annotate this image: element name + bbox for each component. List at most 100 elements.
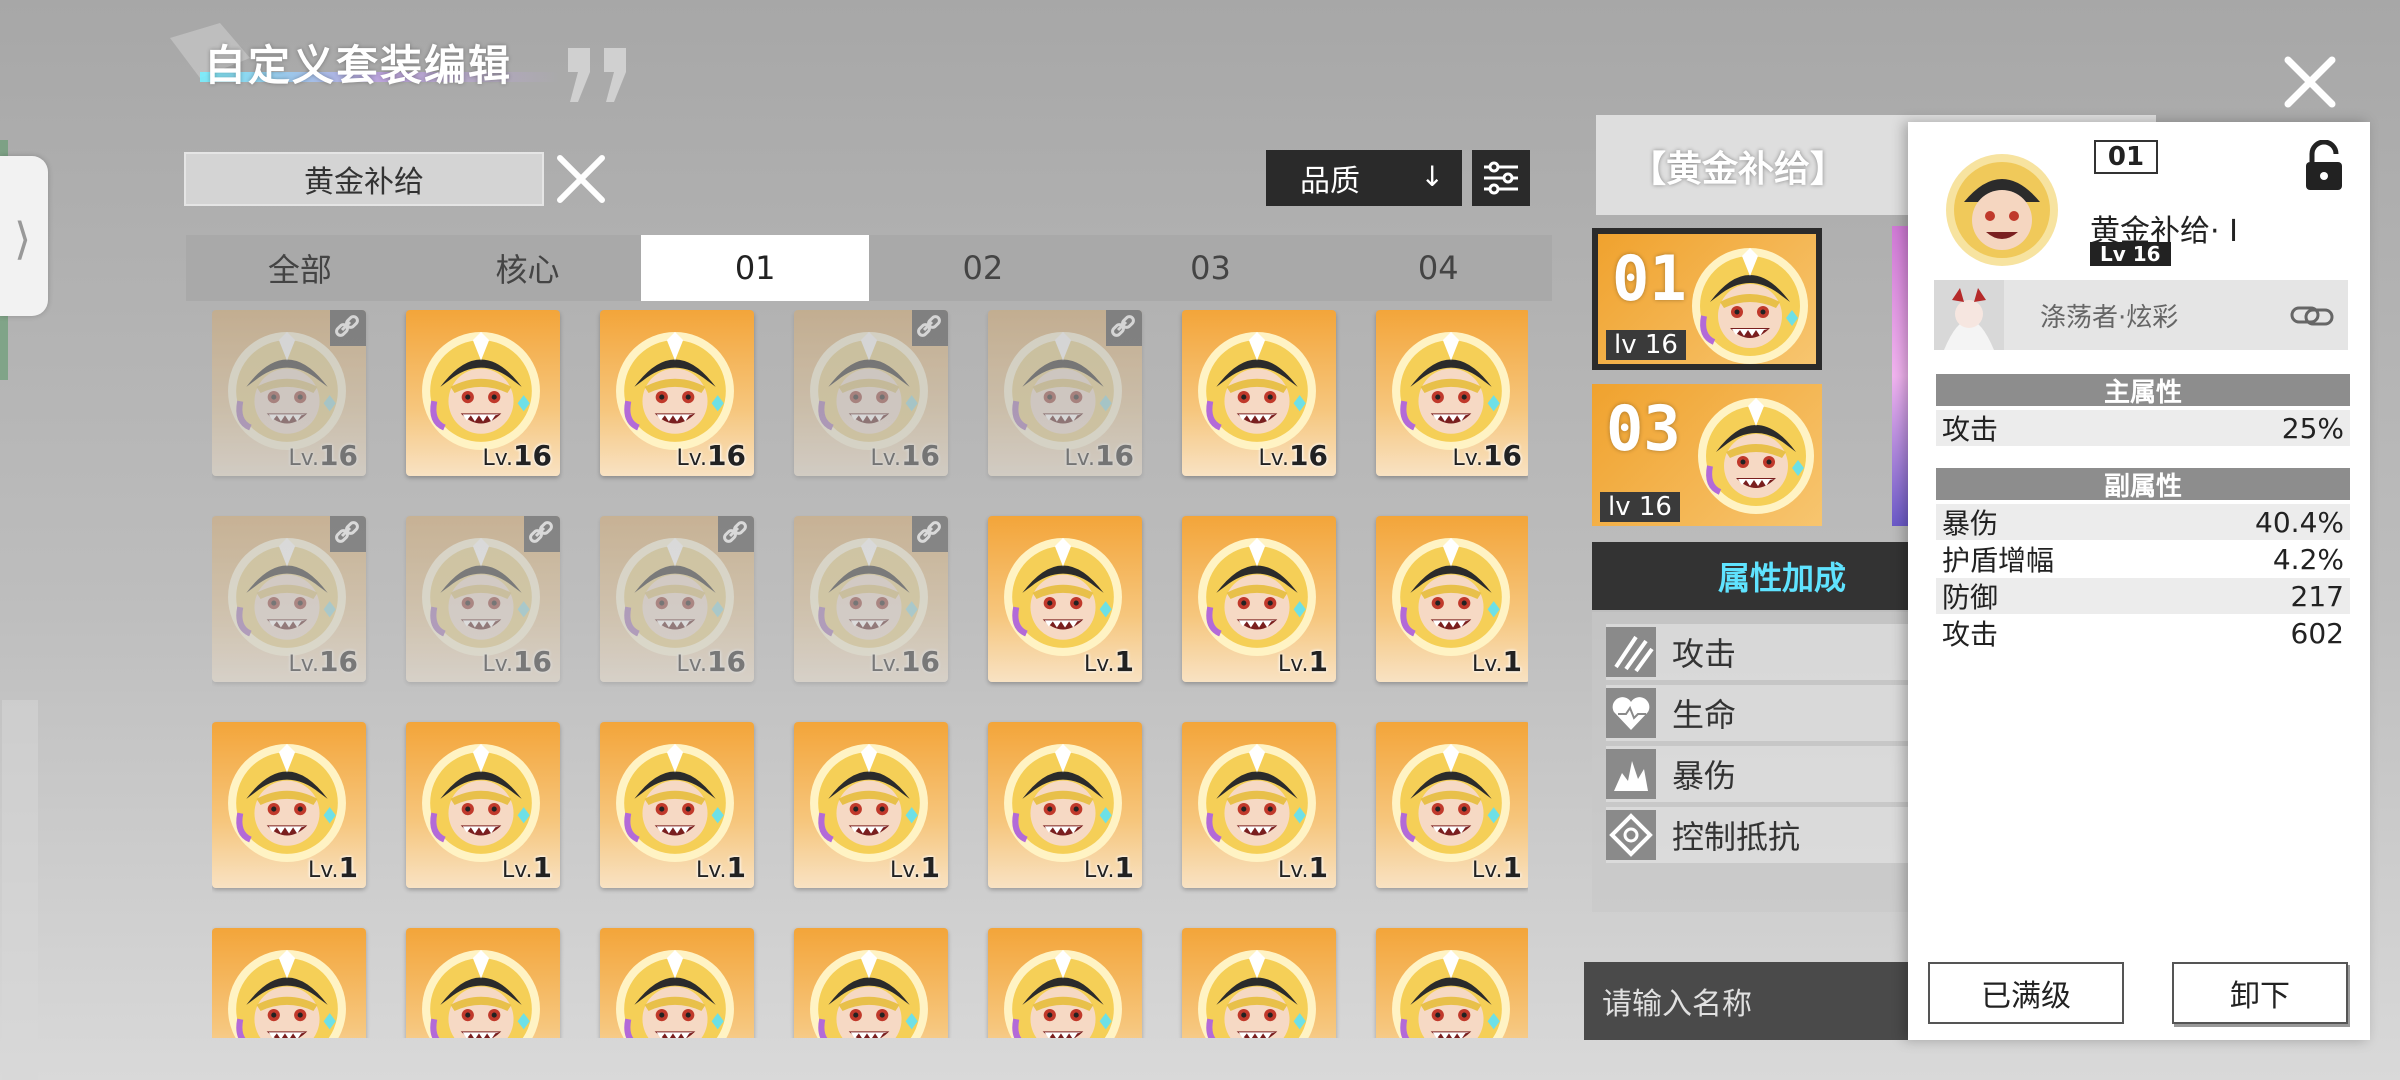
close-icon[interactable]: [2282, 54, 2338, 110]
equipment-card[interactable]: [794, 928, 948, 1038]
tab-03[interactable]: 03: [1097, 235, 1325, 301]
equipment-card[interactable]: Lv.16: [212, 516, 366, 682]
equip-slot-01[interactable]: 01 lv 16: [1592, 228, 1822, 370]
stat-name: 攻击: [1942, 618, 1999, 651]
equipment-card[interactable]: Lv.1: [1376, 722, 1528, 888]
equipment-card[interactable]: Lv.1: [794, 722, 948, 888]
card-level: Lv.16: [288, 439, 358, 472]
chevron-right-icon: ⟩: [14, 214, 32, 265]
equipment-portrait: [1690, 246, 1810, 364]
filter-button[interactable]: [1472, 150, 1530, 206]
equipment-card[interactable]: [1182, 928, 1336, 1038]
side-drawer-tab[interactable]: ⟩: [0, 156, 48, 316]
card-level-value: 1: [1502, 645, 1522, 678]
card-level-prefix: Lv.: [1064, 446, 1096, 471]
card-level-prefix: Lv.: [870, 652, 902, 677]
equipment-card[interactable]: Lv.16: [794, 516, 948, 682]
attribute-name: 控制抵抗: [1672, 818, 1801, 856]
card-level-prefix: Lv.: [1452, 446, 1484, 471]
equipment-portrait: [1390, 536, 1512, 658]
equipment-card[interactable]: [600, 928, 754, 1038]
card-level-value: 1: [1502, 851, 1522, 884]
slot-tabs: 全部 核心 01 02 03 04: [186, 235, 1552, 301]
link-icon: [912, 310, 948, 346]
owner-avatar: [1934, 280, 2004, 350]
equipment-card[interactable]: Lv.1: [212, 722, 366, 888]
card-level-value: 1: [338, 851, 358, 884]
link-icon: [718, 516, 754, 552]
search-input[interactable]: 黄金补给: [184, 152, 544, 206]
card-level: Lv.1: [1278, 645, 1328, 678]
card-level: Lv.1: [308, 851, 358, 884]
equipment-card[interactable]: Lv.16: [988, 310, 1142, 476]
stat-value: 4.2%: [2272, 542, 2344, 576]
equipment-card[interactable]: Lv.1: [1376, 516, 1528, 682]
equipment-portrait: [420, 948, 542, 1038]
equipment-card[interactable]: Lv.16: [600, 516, 754, 682]
equipment-card[interactable]: Lv.1: [1182, 516, 1336, 682]
equipment-card[interactable]: Lv.1: [988, 722, 1142, 888]
equipment-card[interactable]: Lv.1: [988, 516, 1142, 682]
tab-01[interactable]: 01: [641, 235, 870, 301]
card-level-value: 16: [901, 439, 940, 472]
quote-ornament-icon: [568, 48, 626, 102]
equipment-card[interactable]: [1376, 928, 1528, 1038]
tab-02[interactable]: 02: [869, 235, 1097, 301]
equipment-card[interactable]: Lv.16: [406, 516, 560, 682]
card-level-prefix: Lv.: [482, 446, 514, 471]
unequip-button[interactable]: 卸下: [2172, 962, 2348, 1024]
stat-row: 护盾增幅 4.2%: [1936, 541, 2350, 578]
card-level-prefix: Lv.: [1471, 652, 1503, 677]
card-level: Lv.16: [676, 645, 746, 678]
stat-row: 防御 217: [1936, 578, 2350, 614]
equipment-card[interactable]: Lv.16: [794, 310, 948, 476]
card-level-prefix: Lv.: [1083, 652, 1115, 677]
equipment-card[interactable]: Lv.16: [212, 310, 366, 476]
card-level-prefix: Lv.: [870, 446, 902, 471]
card-level: Lv.16: [1064, 439, 1134, 472]
sort-quality-button[interactable]: 品质 ↓: [1266, 150, 1462, 206]
link-icon[interactable]: [2290, 296, 2334, 336]
equipment-portrait: [808, 742, 930, 864]
equipment-card[interactable]: Lv.16: [1182, 310, 1336, 476]
suit-name-input[interactable]: 请输入名称: [1584, 962, 1944, 1040]
equipment-portrait: [808, 948, 930, 1038]
equipment-portrait: [1002, 536, 1124, 658]
card-level-value: 1: [1308, 851, 1328, 884]
card-level-value: 16: [707, 439, 746, 472]
equipment-portrait: [614, 742, 736, 864]
equipment-portrait: [420, 330, 542, 452]
tab-全部[interactable]: 全部: [186, 235, 414, 301]
suit-name: 【黄金补给】: [1630, 149, 1847, 190]
stat-row: 暴伤 40.4%: [1936, 504, 2350, 540]
equipment-card[interactable]: [988, 928, 1142, 1038]
equipment-card[interactable]: [212, 928, 366, 1038]
equipment-card[interactable]: Lv.16: [1376, 310, 1528, 476]
tab-04[interactable]: 04: [1324, 235, 1552, 301]
card-level-prefix: Lv.: [501, 858, 533, 883]
equip-slot-03[interactable]: 03 lv 16: [1592, 384, 1822, 526]
max-level-button[interactable]: 已满级: [1928, 962, 2124, 1024]
card-level-prefix: Lv.: [1277, 652, 1309, 677]
equipment-card[interactable]: Lv.16: [406, 310, 560, 476]
sort-label: 品质: [1300, 164, 1360, 199]
card-level-prefix: Lv.: [676, 446, 708, 471]
card-level: Lv.1: [1084, 851, 1134, 884]
equipment-detail-popup: 01 黄金补给· I Lv 16 涤荡者·炫彩 主属性 攻击 25% 副属性 暴…: [1908, 122, 2370, 1040]
equipment-card[interactable]: Lv.16: [600, 310, 754, 476]
clear-search-icon[interactable]: [554, 152, 608, 206]
equipment-card[interactable]: Lv.1: [406, 722, 560, 888]
equipment-card[interactable]: Lv.1: [1182, 722, 1336, 888]
card-level: Lv.16: [676, 439, 746, 472]
unlock-icon[interactable]: [2302, 140, 2346, 192]
equipment-card[interactable]: Lv.1: [600, 722, 754, 888]
tab-核心[interactable]: 核心: [414, 235, 642, 301]
equipment-portrait: [420, 536, 542, 658]
equipment-card[interactable]: [406, 928, 560, 1038]
card-level-value: 1: [1114, 645, 1134, 678]
card-level-prefix: Lv.: [676, 652, 708, 677]
claw-icon: [1606, 627, 1656, 677]
equipped-owner[interactable]: 涤荡者·炫彩: [1934, 280, 2348, 350]
card-level: Lv.1: [1472, 645, 1522, 678]
sub-stat-header: 副属性: [1936, 468, 2350, 502]
